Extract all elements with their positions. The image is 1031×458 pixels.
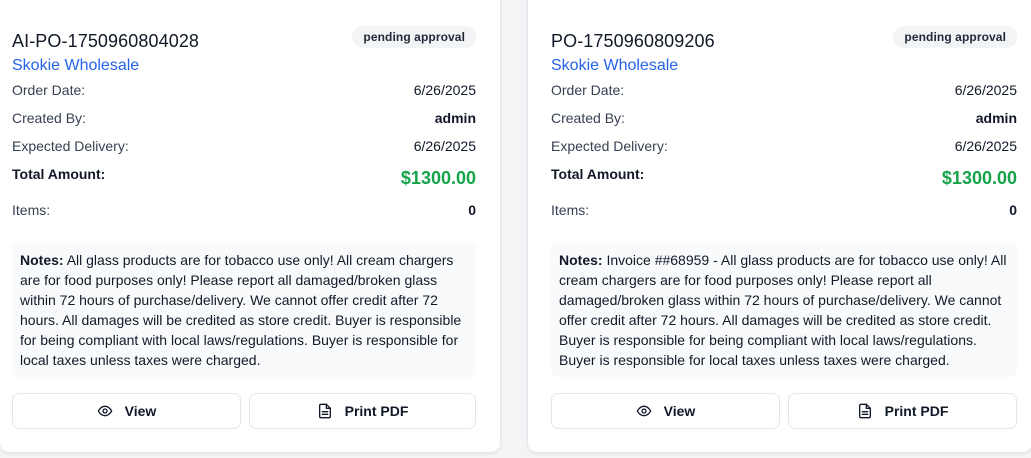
status-badge: pending approval (352, 26, 476, 48)
notes-box: Notes: Invoice ##68959 - All glass produ… (551, 241, 1017, 377)
view-button[interactable]: View (12, 393, 241, 429)
card-header: PO-1750960809206 Skokie Wholesale pendin… (551, 0, 1017, 80)
created-by-label: Created By: (551, 110, 625, 126)
total-amount-label: Total Amount: (12, 166, 106, 182)
supplier-link[interactable]: Skokie Wholesale (12, 57, 139, 75)
status-badge: pending approval (893, 26, 1017, 48)
items-label: Items: (551, 202, 590, 218)
notes-text: Invoice ##68959 - All glass products are… (559, 252, 1007, 368)
print-pdf-label: Print PDF (344, 403, 409, 419)
notes-label: Notes: (20, 252, 64, 268)
po-number: AI-PO-1750960804028 (12, 31, 200, 51)
items-count: 0 (468, 202, 476, 218)
po-number: PO-1750960809206 (551, 31, 715, 51)
created-by-row: Created By: admin (551, 108, 1017, 136)
created-by-value: admin (975, 110, 1017, 126)
total-amount-label: Total Amount: (551, 166, 645, 182)
expected-delivery-label: Expected Delivery: (12, 138, 129, 154)
supplier-link[interactable]: Skokie Wholesale (551, 57, 678, 75)
print-pdf-label: Print PDF (884, 403, 949, 419)
items-row: Items: 0 (12, 200, 476, 228)
order-date-row: Order Date: 6/26/2025 (551, 80, 1017, 108)
notes-text: All glass products are for tobacco use o… (20, 252, 462, 368)
items-row: Items: 0 (551, 200, 1017, 228)
total-amount-row: Total Amount: $1300.00 (551, 164, 1017, 200)
view-button-label: View (124, 403, 157, 419)
total-amount-value: $1300.00 (400, 168, 476, 188)
items-count: 0 (1009, 202, 1017, 218)
view-button-label: View (663, 403, 696, 419)
eye-icon (97, 403, 113, 419)
expected-delivery-value: 6/26/2025 (954, 138, 1017, 154)
total-amount-value: $1300.00 (941, 168, 1017, 188)
order-date-label: Order Date: (12, 82, 86, 98)
created-by-label: Created By: (12, 110, 86, 126)
card-header: AI-PO-1750960804028 Skokie Wholesale pen… (12, 0, 476, 80)
order-date-value: 6/26/2025 (954, 82, 1017, 98)
file-text-icon (857, 403, 873, 419)
eye-icon (636, 403, 652, 419)
total-amount-row: Total Amount: $1300.00 (12, 164, 476, 200)
notes-box: Notes: All glass products are for tobacc… (12, 241, 476, 377)
expected-delivery-row: Expected Delivery: 6/26/2025 (12, 136, 476, 164)
file-text-icon (317, 403, 333, 419)
created-by-row: Created By: admin (12, 108, 476, 136)
print-pdf-button[interactable]: Print PDF (788, 393, 1017, 429)
expected-delivery-row: Expected Delivery: 6/26/2025 (551, 136, 1017, 164)
order-date-row: Order Date: 6/26/2025 (12, 80, 476, 108)
purchase-order-card: PO-1750960809206 Skokie Wholesale pendin… (527, 0, 1031, 453)
view-button[interactable]: View (551, 393, 780, 429)
order-date-label: Order Date: (551, 82, 625, 98)
notes-label: Notes: (559, 252, 603, 268)
expected-delivery-label: Expected Delivery: (551, 138, 668, 154)
purchase-order-card: AI-PO-1750960804028 Skokie Wholesale pen… (0, 0, 501, 453)
created-by-value: admin (434, 110, 476, 126)
order-date-value: 6/26/2025 (413, 82, 476, 98)
expected-delivery-value: 6/26/2025 (413, 138, 476, 154)
print-pdf-button[interactable]: Print PDF (249, 393, 476, 429)
items-label: Items: (12, 202, 51, 218)
